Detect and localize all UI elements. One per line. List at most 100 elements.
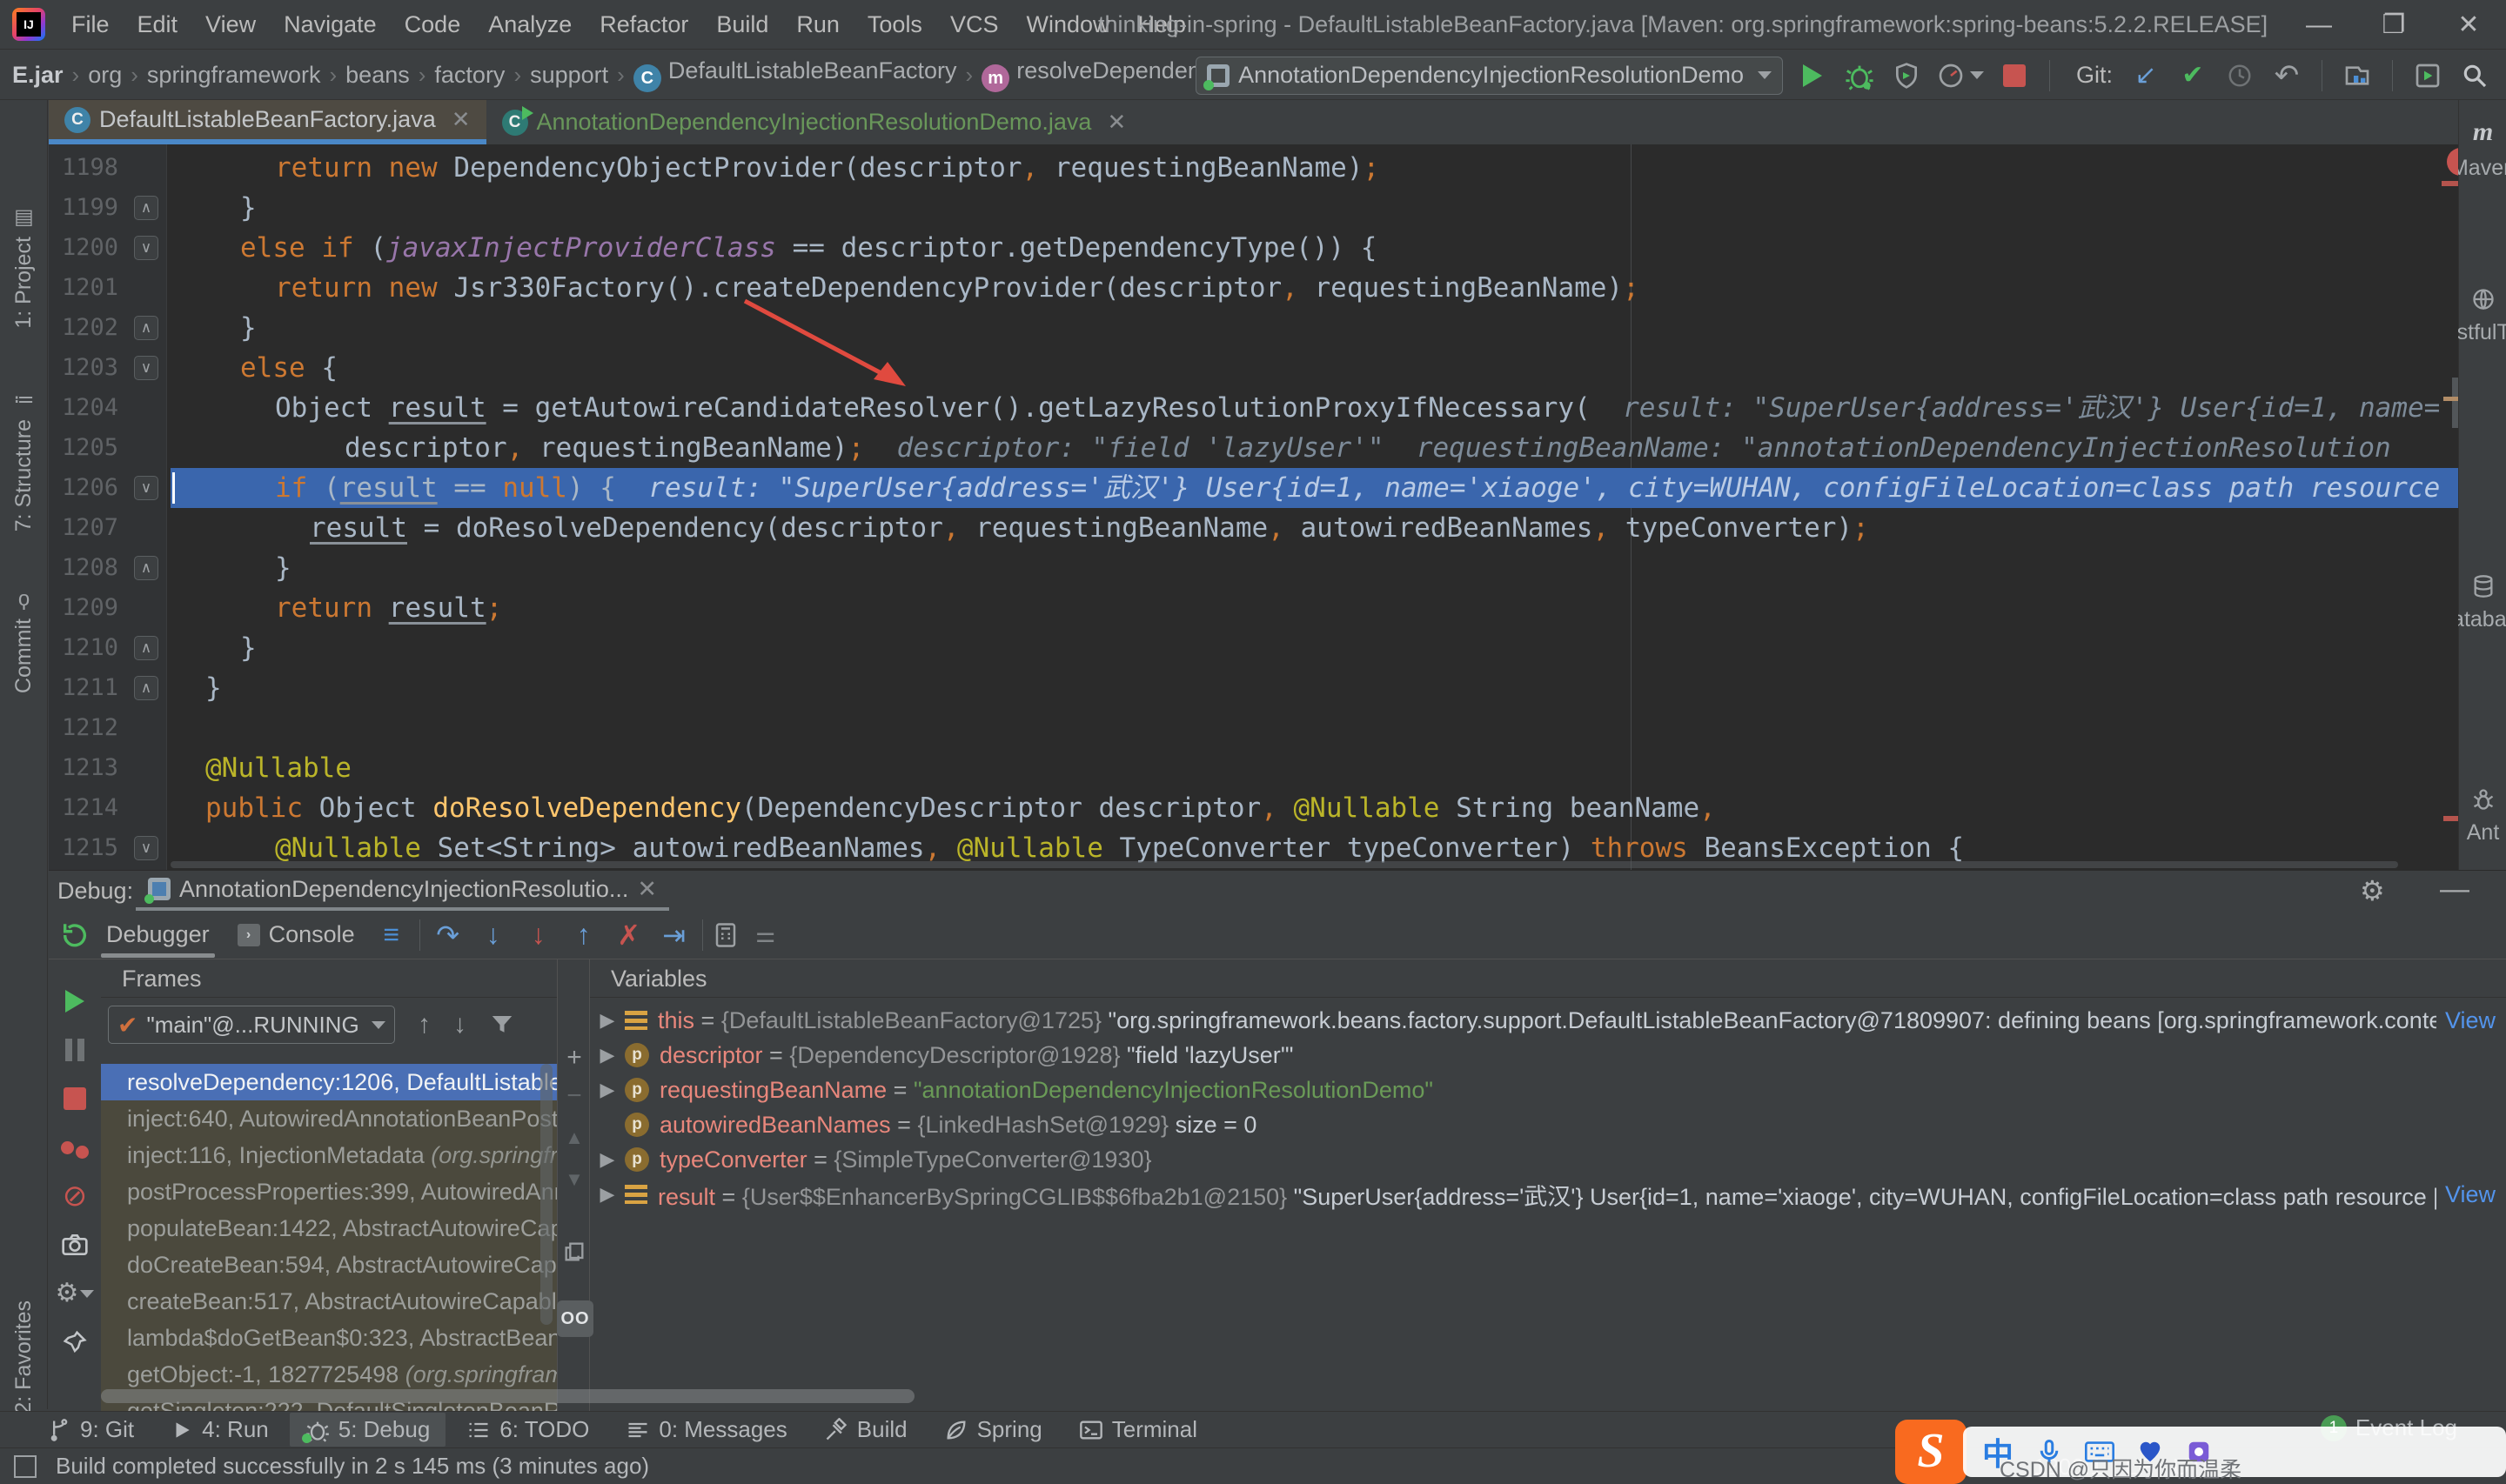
variable-row[interactable]: ▶ this = {DefaultListableBeanFactory@1725… [590,1003,2506,1038]
code-line-1214[interactable]: 1214 public Object doResolveDependency(De… [49,788,2458,828]
run-to-cursor-icon[interactable]: ⇥ [652,919,697,952]
coverage-button[interactable] [1889,58,1924,93]
maximize-button[interactable]: ❐ [2356,0,2431,50]
commit-icon[interactable]: ✔ [2175,58,2210,93]
code-line-1212[interactable]: 1212 [49,708,2458,748]
sidebar-item-database[interactable]: Database [2436,574,2506,632]
expand-icon[interactable]: ▶ [590,1009,625,1032]
variable-row[interactable]: ▶ p typeConverter = {SimpleTypeConverter@1… [590,1142,2506,1177]
variable-row[interactable]: ▶ p requestingBeanName = "annotationDepend… [590,1073,2506,1107]
run-configuration-select[interactable]: AnnotationDependencyInjectionResolutionD… [1196,56,1783,95]
run-button[interactable] [1795,58,1830,93]
mute-breakpoints-icon[interactable]: ⊘ [57,1179,92,1213]
menu-view[interactable]: View [191,6,270,43]
toolwindow-button-5-debug[interactable]: 5: Debug [289,1413,446,1447]
menu-navigate[interactable]: Navigate [270,6,391,43]
toolwindow-toggle-icon[interactable] [14,1455,37,1478]
code-line-1209[interactable]: 1209 return result; [49,588,2458,628]
variable-row[interactable]: ▶ p descriptor = {DependencyDescriptor@192… [590,1038,2506,1073]
fold-end-icon[interactable]: ∧ [134,556,158,580]
breadcrumb-item[interactable]: support [530,62,608,89]
view-breakpoints-icon[interactable] [57,1130,92,1165]
thread-dump-icon[interactable] [57,1227,92,1262]
update-project-icon[interactable]: ↙ [2128,58,2163,93]
debug-session-tab[interactable]: AnnotationDependencyInjectionResolutio..… [136,871,669,911]
sidebar-item-project[interactable]: ▤ 1: Project [0,204,48,329]
code-line-1202[interactable]: 1202 ∧} [49,308,2458,348]
frame-row[interactable]: lambda$doGetBean$0:323, AbstractBeanFa [101,1320,557,1356]
gear-icon[interactable]: ⚙ [2360,874,2385,907]
fold-end-icon[interactable]: ∧ [134,196,158,220]
drop-frame-icon[interactable]: ✗ [606,919,652,952]
debug-button[interactable] [1842,58,1877,93]
code-line-1198[interactable]: 1198 return new DependencyObjectProvider(… [49,148,2458,188]
evaluate-expression-icon[interactable] [708,918,743,953]
run-anything-icon[interactable] [2410,58,2445,93]
code-line-1207[interactable]: 1207 result = doResolveDependency(descrip… [49,508,2458,548]
resume-icon[interactable] [57,984,92,1019]
sidebar-item-restfultool[interactable]: RestfulTool [2429,287,2506,345]
sidebar-item-structure[interactable]: ≔ 7: Structure [0,387,48,531]
stop-button[interactable] [1997,58,2032,93]
menu-vcs[interactable]: VCS [936,6,1013,43]
fold-start-icon[interactable]: ∨ [134,476,158,500]
toolwindow-button-0-messages[interactable]: 0: Messages [610,1413,802,1447]
close-button[interactable]: ✕ [2431,0,2506,50]
fold-end-icon[interactable]: ∧ [134,316,158,340]
code-line-1203[interactable]: 1203 ∨ else { [49,348,2458,388]
sidebar-item-commit[interactable]: ϙ Commit [0,587,48,693]
frame-row[interactable]: inject:116, InjectionMetadata (org.sprin… [101,1137,557,1173]
breadcrumb-item[interactable]: factory [434,62,505,89]
history-icon[interactable] [2222,58,2257,93]
code-line-1204[interactable]: 1204 Object result = getAutowireCandidate… [49,388,2458,428]
threads-view-icon[interactable]: ≡ [369,919,414,951]
view-link[interactable]: View [2436,1181,2506,1208]
toolwindow-button-4-run[interactable]: 4: Run [155,1413,285,1447]
settings-filter-icon[interactable]: ⚌ [743,921,788,948]
breadcrumb-class[interactable]: C DefaultListableBeanFactory [633,57,957,93]
search-icon[interactable] [2457,58,2492,93]
tab-debugger[interactable]: Debugger [92,911,224,959]
tab-AnnotationDependencyInjectionResolutionDemo.java[interactable]: C AnnotationDependencyInjectionResolution… [486,100,1142,144]
pin-icon[interactable] [57,1325,92,1360]
frame-up-icon[interactable]: ↑ [418,1010,431,1039]
frames-hscrollbar[interactable] [101,1389,915,1403]
fold-end-icon[interactable]: ∧ [134,636,158,660]
menu-tools[interactable]: Tools [854,6,936,43]
debug-settings-icon[interactable]: ⚙ [56,1276,95,1311]
rerun-icon[interactable] [57,918,92,953]
close-icon[interactable]: ✕ [1107,109,1126,136]
breadcrumb-item[interactable]: springframework [147,62,321,89]
add-watch-icon[interactable]: + [559,1043,590,1073]
frame-row[interactable]: createBean:517, AbstractAutowireCapable [101,1283,557,1320]
changes-icon[interactable] [2340,58,2375,93]
thread-selector[interactable]: ✔ "main"@...RUNNING [108,1006,395,1044]
code-line-1208[interactable]: 1208 ∧} [49,548,2458,588]
fold-start-icon[interactable]: ∨ [134,356,158,380]
menu-edit[interactable]: Edit [124,6,192,43]
menu-build[interactable]: Build [702,6,782,43]
frame-row[interactable]: postProcessProperties:399, AutowiredAnn [101,1173,557,1210]
breadcrumb-item[interactable]: beans [345,62,410,89]
sidebar-item-maven[interactable]: m Maven [2450,117,2506,181]
variable-row[interactable]: p autowiredBeanNames = {LinkedHashSet@192… [590,1107,2506,1142]
view-link[interactable]: View [2436,1007,2506,1034]
fold-start-icon[interactable]: ∨ [134,836,158,860]
expand-icon[interactable]: ▶ [590,1079,625,1101]
frame-row[interactable]: getObject:-1, 1827725498 (org.springfram [101,1356,557,1393]
fold-end-icon[interactable]: ∧ [134,676,158,700]
code-line-1206[interactable]: 1206 ∨ if (result == null) { result: "Supe… [49,468,2458,508]
breadcrumb-item[interactable]: org [88,62,122,89]
frame-down-icon[interactable]: ↓ [453,1010,466,1039]
minimize-button[interactable]: — [2282,0,2356,50]
breadcrumb-method[interactable]: m resolveDependency [982,57,1224,93]
code-line-1213[interactable]: 1213 @Nullable [49,748,2458,788]
sidebar-item-ant[interactable]: Ant [2459,787,2506,846]
stop-icon[interactable] [57,1081,92,1116]
code-editor[interactable]: 1198 return new DependencyObjectProvider(… [49,144,2458,870]
filter-icon[interactable] [489,1012,515,1038]
frame-row[interactable]: resolveDependency:1206, DefaultListableB [101,1064,557,1100]
step-over-icon[interactable]: ↷ [425,919,471,952]
close-icon[interactable]: ✕ [452,106,471,133]
toolwindow-button-9-git[interactable]: 9: Git [31,1413,150,1447]
